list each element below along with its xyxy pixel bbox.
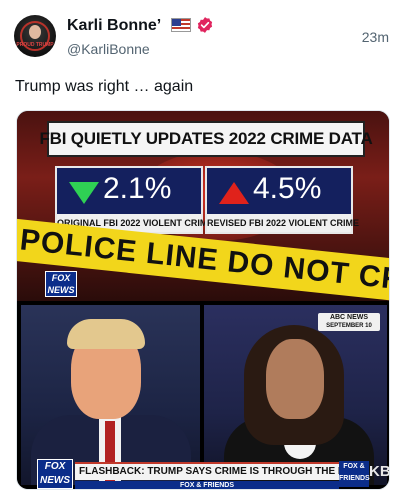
original-stat-value: 2.1%	[103, 172, 172, 205]
revised-stat-box: 4.5% REVISED FBI 2022 VIOLENT CRIME	[205, 166, 359, 234]
news-graphic-crime-data: FBI QUIETLY UPDATES 2022 CRIME DATA 2.1%…	[17, 111, 389, 301]
original-stat-box: 2.1% ORIGINAL FBI 2022 VIOLENT CRIME	[55, 166, 213, 234]
lower-third-ticker: FOX & FRIENDS	[75, 481, 339, 489]
post-timestamp[interactable]: 23m	[362, 29, 389, 45]
graphic-headline: FBI QUIETLY UPDATES 2022 CRIME DATA	[39, 129, 373, 148]
headline-box: FBI QUIETLY UPDATES 2022 CRIME DATA	[39, 121, 373, 157]
post-image[interactable]: FBI QUIETLY UPDATES 2022 CRIME DATA 2.1%…	[16, 110, 390, 490]
left-speaker-hair	[67, 319, 145, 349]
avatar[interactable]: PROUD TRUMP	[14, 15, 56, 57]
news-split-screen: ABC NEWS SEPTEMBER 10 FOX NEWS FLASHBACK…	[17, 301, 390, 489]
post-text: Trump was right … again	[15, 78, 194, 95]
revised-stat-label: REVISED FBI 2022 VIOLENT CRIME	[207, 214, 359, 232]
up-arrow-icon	[219, 182, 249, 204]
avatar-text: PROUD TRUMP	[16, 42, 54, 48]
kb-watermark: KB	[369, 463, 390, 480]
lower-third-text: FLASHBACK: TRUMP SAYS CRIME IS THROUGH T…	[79, 466, 367, 477]
fox-and-friends-logo: FOX & FRIENDS	[339, 461, 370, 487]
lower-third-bar: FLASHBACK: TRUMP SAYS CRIME IS THROUGH T…	[75, 462, 367, 480]
avatar-face	[29, 25, 41, 39]
right-speaker-head	[266, 339, 324, 419]
us-flag-icon	[171, 18, 191, 32]
fox-news-logo-bottom: FOX NEWS	[37, 459, 73, 489]
revised-stat-value: 4.5%	[253, 172, 322, 205]
user-handle[interactable]: @KarliBonne	[67, 41, 150, 57]
down-arrow-icon	[69, 182, 99, 204]
fox-news-logo: FOX NEWS	[45, 271, 77, 297]
verified-badge-icon	[197, 17, 213, 33]
abc-news-tag: ABC NEWS SEPTEMBER 10	[318, 313, 380, 331]
display-name[interactable]: Karli Bonne’	[67, 17, 161, 35]
lower-third: FOX NEWS FLASHBACK: TRUMP SAYS CRIME IS …	[17, 457, 390, 489]
post-header: PROUD TRUMP Karli Bonne’ @KarliBonne 23m	[0, 0, 405, 70]
